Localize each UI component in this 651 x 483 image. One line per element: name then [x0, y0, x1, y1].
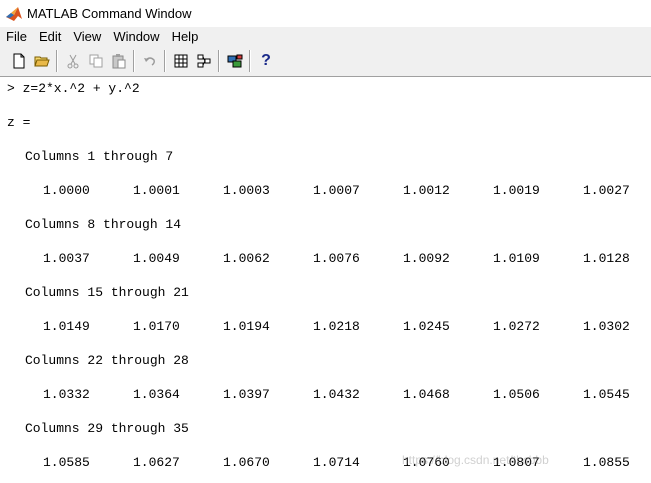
matrix-value: 1.0049 [133, 251, 180, 266]
menu-bar: File Edit View Window Help [0, 27, 651, 46]
columns-header: Columns 1 through 7 [25, 149, 174, 164]
columns-header: Columns 22 through 28 [25, 353, 189, 368]
cut-button[interactable] [62, 50, 84, 72]
watermark: https://blog.csdn.net/tbcbbb [402, 453, 549, 467]
matrix-value: 1.0027 [583, 183, 630, 198]
matrix-value: 1.0128 [583, 251, 630, 266]
toolbar-separator [218, 50, 220, 72]
matrix-value: 1.0076 [313, 251, 360, 266]
matrix-value: 1.0001 [133, 183, 180, 198]
simulink-button[interactable] [224, 50, 246, 72]
simulink-icon [227, 54, 243, 68]
new-file-icon [13, 53, 25, 69]
open-folder-icon [34, 56, 50, 67]
matrix-value: 1.0012 [403, 183, 450, 198]
toolbar-separator [133, 50, 135, 72]
matrix-value: 1.0855 [583, 455, 630, 470]
matrix-value: 1.0397 [223, 387, 270, 402]
toolbar-separator [249, 50, 251, 72]
menu-edit[interactable]: Edit [33, 29, 67, 44]
matrix-value: 1.0627 [133, 455, 180, 470]
menu-view[interactable]: View [67, 29, 107, 44]
matrix-value: 1.0218 [313, 319, 360, 334]
matrix-value: 1.0302 [583, 319, 630, 334]
columns-header: Columns 8 through 14 [25, 217, 182, 232]
columns-header: Columns 29 through 35 [25, 421, 189, 436]
new-file-button[interactable] [8, 50, 30, 72]
matrix-value: 1.0714 [313, 455, 360, 470]
columns-header: Columns 15 through 21 [25, 285, 189, 300]
open-button[interactable] [31, 50, 53, 72]
matrix-value: 1.0170 [133, 319, 180, 334]
command-window-output[interactable]: > z=2*x.^2 + y.^2 z = Columns 1 through … [0, 77, 651, 483]
path-browser-icon [197, 54, 211, 68]
matrix-value: 1.0670 [223, 455, 270, 470]
toolbar-separator [164, 50, 166, 72]
toolbar: ? [0, 46, 651, 77]
matrix-value: 1.0332 [43, 387, 90, 402]
command-line: > z=2*x.^2 + y.^2 [7, 81, 140, 96]
matrix-value: 1.0506 [493, 387, 540, 402]
cut-icon [67, 54, 79, 69]
matrix-value: 1.0019 [493, 183, 540, 198]
matrix-value: 1.0194 [223, 319, 270, 334]
matrix-value: 1.0149 [43, 319, 90, 334]
matrix-value: 1.0000 [43, 183, 90, 198]
path-browser-button[interactable] [193, 50, 215, 72]
toolbar-separator [56, 50, 58, 72]
matlab-logo-icon [6, 6, 22, 21]
matrix-value: 1.0092 [403, 251, 450, 266]
matrix-value: 1.0585 [43, 455, 90, 470]
matrix-value: 1.0062 [223, 251, 270, 266]
matrix-value: 1.0003 [223, 183, 270, 198]
matrix-value: 1.0364 [133, 387, 180, 402]
copy-button[interactable] [85, 50, 107, 72]
matrix-value: 1.0245 [403, 319, 450, 334]
menu-file[interactable]: File [0, 29, 33, 44]
variable-label: z = [7, 115, 31, 130]
matrix-value: 1.0109 [493, 251, 540, 266]
help-button[interactable]: ? [255, 50, 277, 72]
title-bar: MATLAB Command Window [0, 0, 651, 27]
undo-button[interactable] [139, 50, 161, 72]
undo-icon [144, 57, 155, 66]
help-icon: ? [261, 52, 271, 69]
matrix-value: 1.0468 [403, 387, 450, 402]
matrix-value: 1.0037 [43, 251, 90, 266]
workspace-icon [174, 54, 188, 68]
workspace-button[interactable] [170, 50, 192, 72]
paste-icon [112, 54, 126, 69]
matrix-value: 1.0272 [493, 319, 540, 334]
menu-help[interactable]: Help [166, 29, 205, 44]
matrix-value: 1.0007 [313, 183, 360, 198]
matrix-value: 1.0432 [313, 387, 360, 402]
paste-button[interactable] [108, 50, 130, 72]
window-title: MATLAB Command Window [27, 6, 192, 21]
menu-window[interactable]: Window [107, 29, 165, 44]
copy-icon [89, 54, 103, 68]
matrix-value: 1.0545 [583, 387, 630, 402]
